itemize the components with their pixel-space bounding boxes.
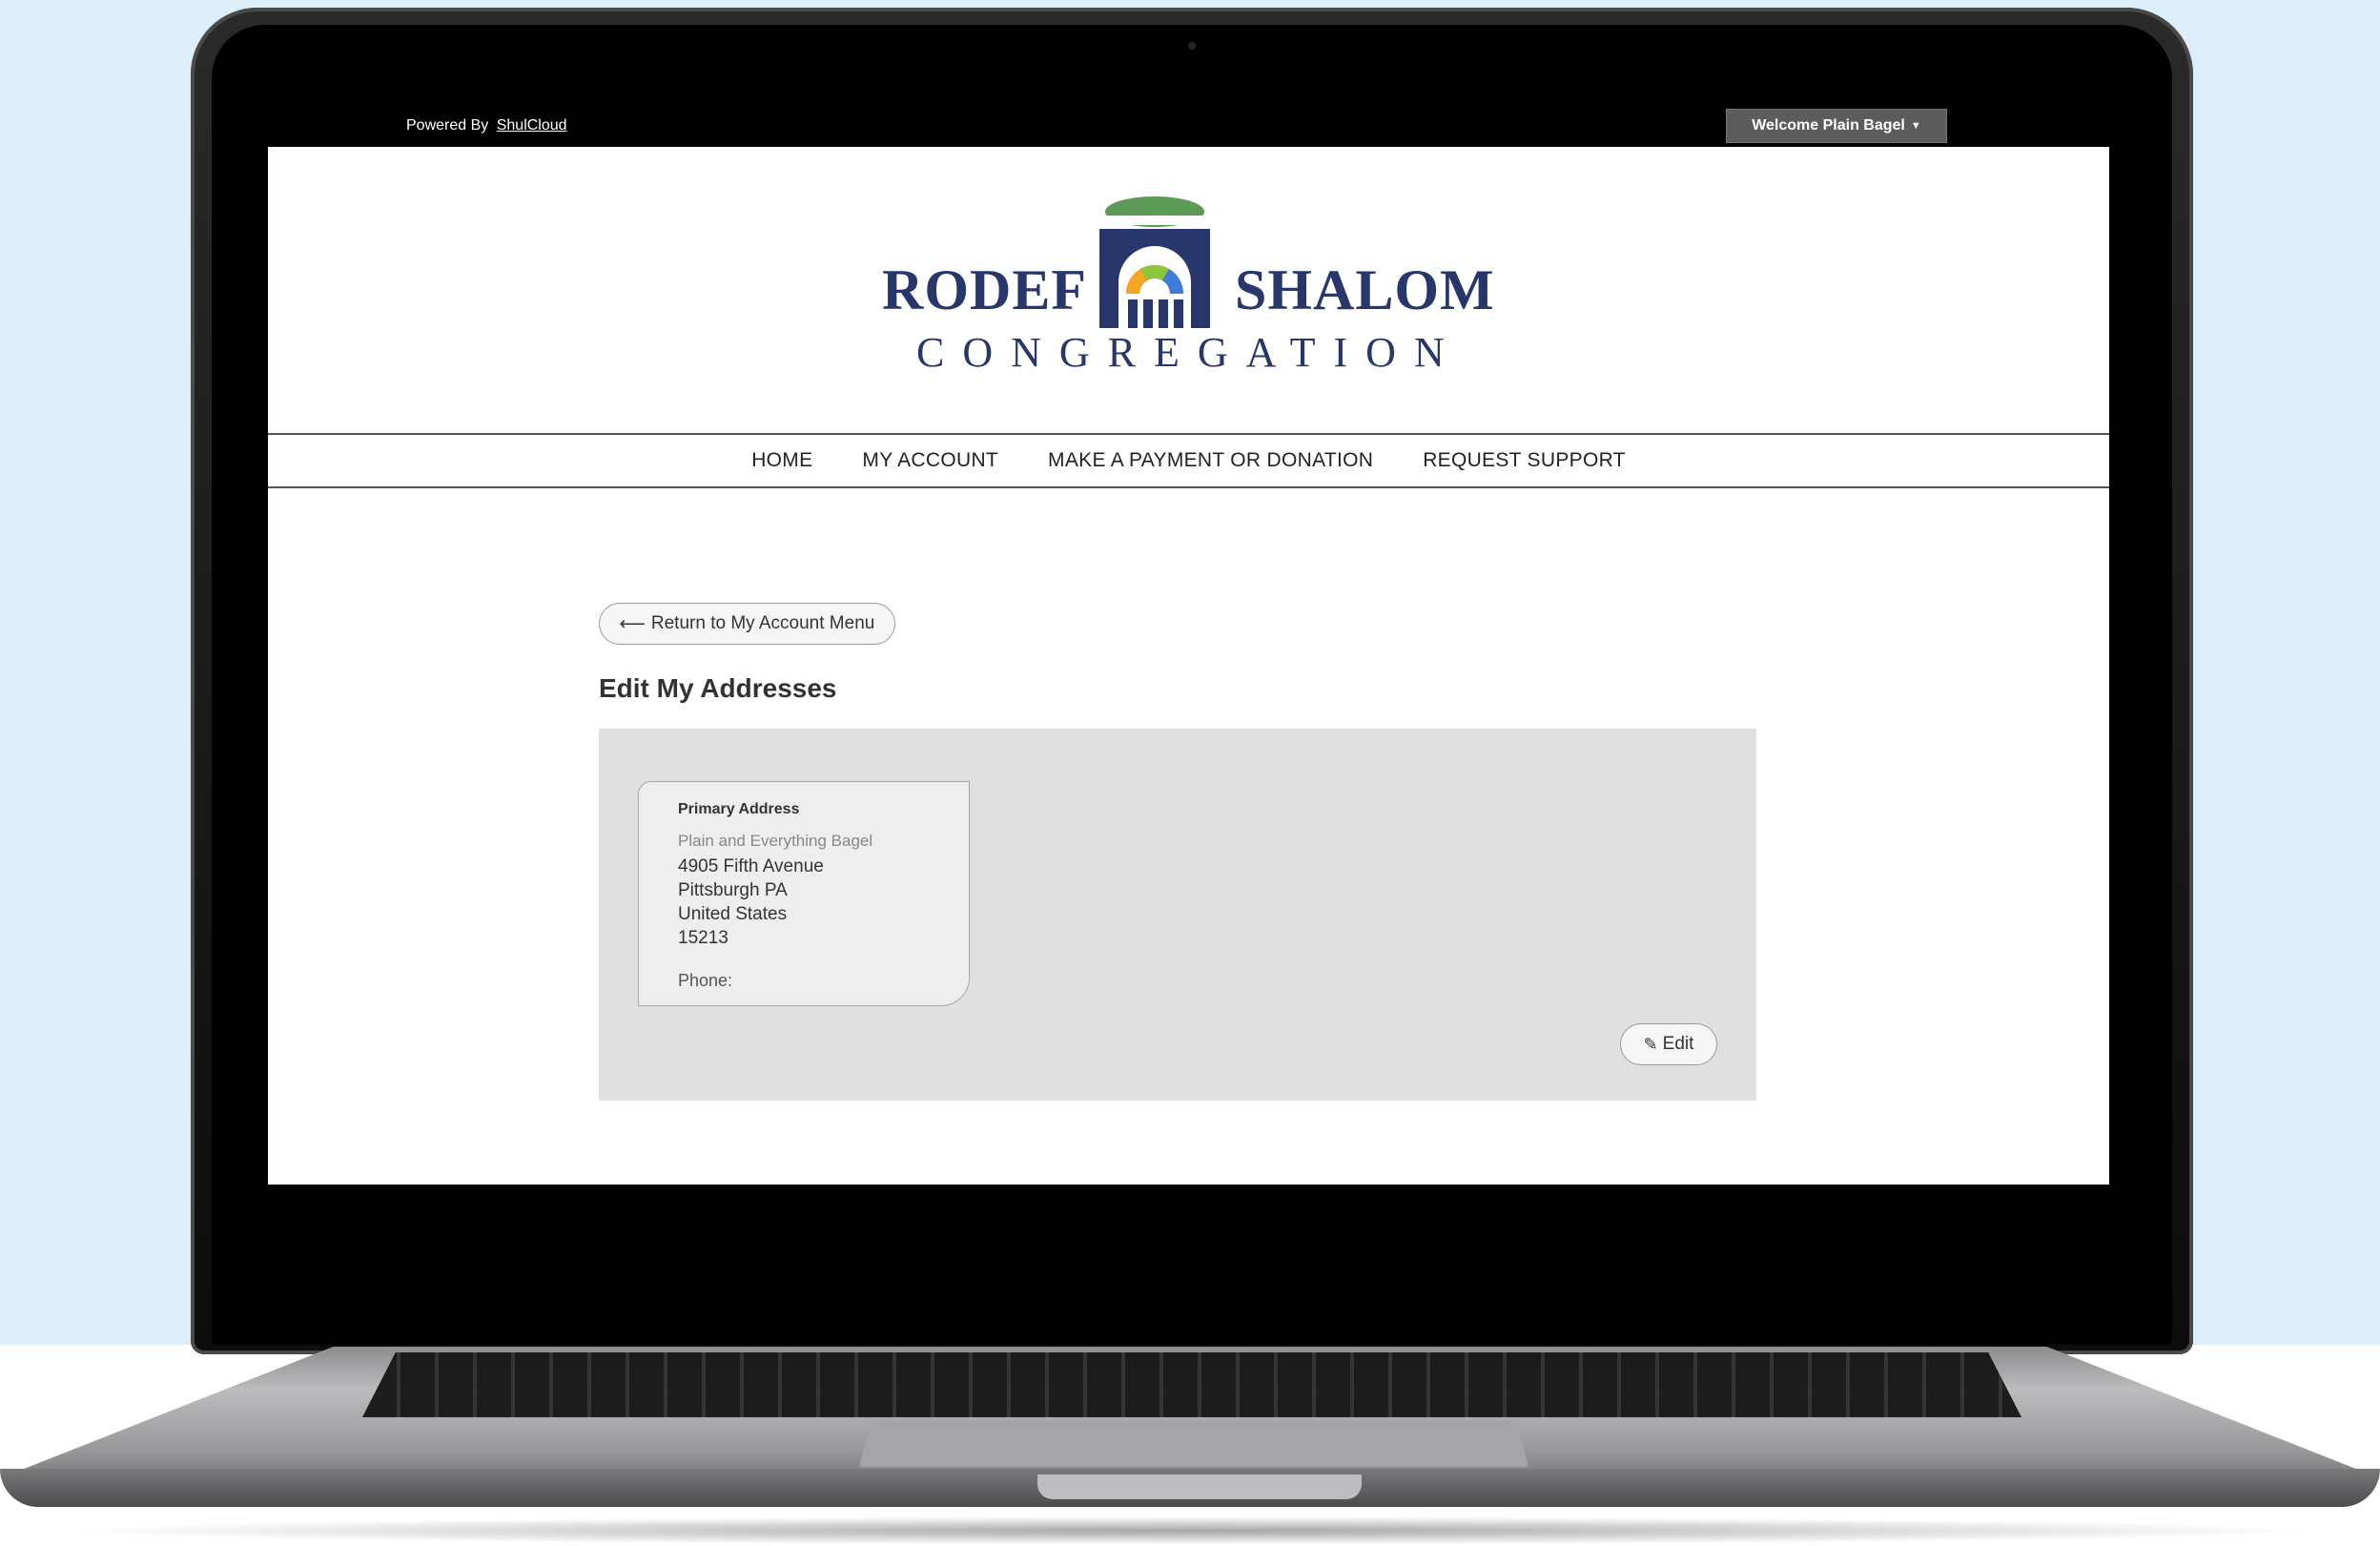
- user-menu-button[interactable]: Welcome Plain Bagel ▼: [1726, 109, 1947, 143]
- address-phone: Phone:: [678, 971, 733, 990]
- edit-address-button[interactable]: ✎ Edit: [1620, 1023, 1717, 1065]
- address-card: Primary Address Plain and Everything Bag…: [638, 781, 970, 1006]
- nav-home[interactable]: HOME: [751, 449, 812, 472]
- address-country: United States: [678, 904, 788, 924]
- logo-word-rodef: RODEF: [882, 258, 1087, 321]
- arrow-left-icon: ⟵: [619, 613, 646, 634]
- address-card-title: Primary Address: [678, 801, 800, 817]
- laptop-trackpad: [858, 1421, 1529, 1469]
- camera-icon: [1188, 42, 1196, 50]
- laptop-keyboard: [362, 1352, 2021, 1417]
- nav-request-support[interactable]: REQUEST SUPPORT: [1423, 449, 1626, 472]
- powered-by-label: Powered By: [406, 117, 489, 134]
- pencil-icon: ✎: [1643, 1034, 1658, 1054]
- page-footer: [268, 1185, 2109, 1255]
- logo-word-congregation: CONGREGATION: [916, 329, 1463, 376]
- return-label: Return to My Account Menu: [650, 613, 875, 633]
- logo-word-shalom: SHALOM: [1235, 258, 1495, 321]
- page-title: Edit My Addresses: [599, 673, 837, 703]
- address-zip: 15213: [678, 928, 728, 948]
- address-street: 4905 Fifth Avenue: [678, 856, 824, 876]
- nav-payment-donation[interactable]: MAKE A PAYMENT OR DONATION: [1048, 449, 1373, 472]
- shulcloud-link[interactable]: ShulCloud: [497, 117, 567, 134]
- edit-label: Edit: [1662, 1034, 1694, 1054]
- return-to-account-button[interactable]: ⟵ Return to My Account Menu: [599, 603, 895, 645]
- addresses-panel: Primary Address Plain and Everything Bag…: [599, 729, 1756, 1101]
- site-logo[interactable]: RODEF SHALOM CONGREGATION: [878, 195, 1546, 385]
- nav-my-account[interactable]: MY ACCOUNT: [862, 449, 998, 472]
- address-name: Plain and Everything Bagel: [678, 832, 873, 850]
- browser-screen: Powered By ShulCloud Welcome Plain Bagel…: [268, 109, 2109, 1255]
- laptop-notch: [1037, 1474, 1362, 1499]
- arch-logo-icon: [1099, 196, 1210, 328]
- caret-down-icon: ▼: [1910, 120, 1921, 132]
- welcome-label: Welcome Plain Bagel: [1752, 117, 1905, 134]
- laptop-shadow: [57, 1516, 2327, 1545]
- powered-by: Powered By ShulCloud: [406, 117, 567, 134]
- page-content: RODEF SHALOM CONGREGATION HOME MY ACCOUN…: [268, 147, 2109, 1185]
- main-nav: HOME MY ACCOUNT MAKE A PAYMENT OR DONATI…: [268, 433, 2109, 488]
- top-bar: Powered By ShulCloud Welcome Plain Bagel…: [268, 109, 2109, 147]
- address-city-state: Pittsburgh PA: [678, 880, 788, 900]
